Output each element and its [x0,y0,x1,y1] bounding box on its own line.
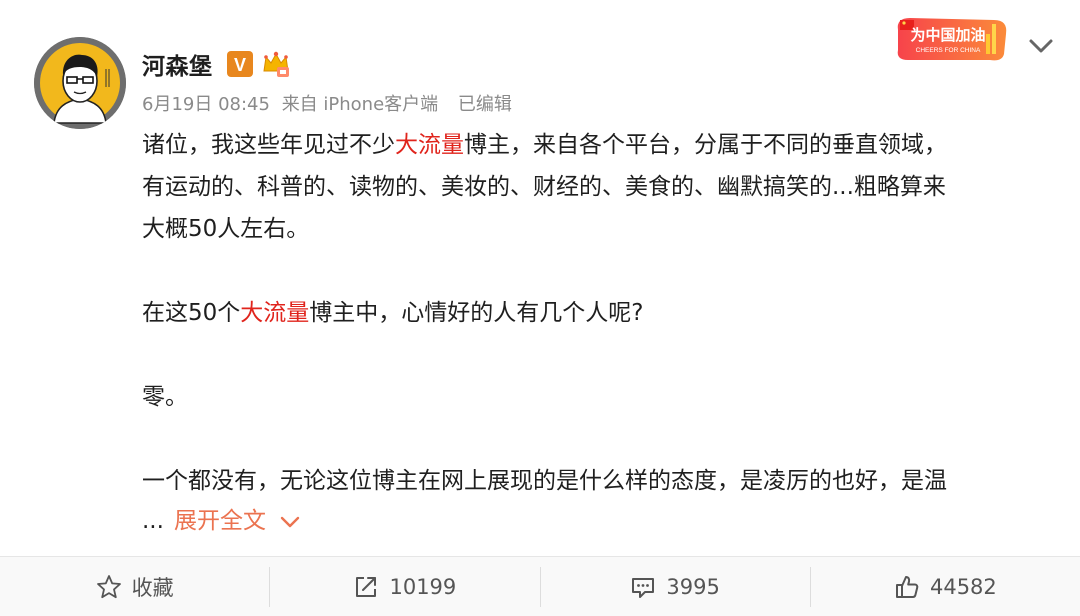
comment-button[interactable]: 3995 [541,557,810,616]
content-line: 在这50个大流量博主中，心情好的人有几个人呢? [142,300,644,326]
favorite-button[interactable]: 收藏 [0,557,269,616]
verified-badge-icon: V [226,51,253,77]
crown-icon[interactable] [261,49,291,79]
expand-chevron-icon[interactable] [280,515,300,529]
like-count: 44582 [929,574,997,599]
content-line: 诸位，我这些年见过不少大流量博主，来自各个平台，分属于不同的垂直领域， [142,132,947,158]
avatar-icon [34,37,126,129]
expand-full-text-link[interactable]: 展开全文 [174,508,266,534]
avatar[interactable] [34,37,126,129]
post-content: 诸位，我这些年见过不少大流量博主，来自各个平台，分属于不同的垂直领域， 有运动的… [142,124,1042,502]
badge-subtitle: CHEERS FOR CHINA [916,47,981,54]
repost-icon [356,576,377,597]
content-line: 大概50人左右。 [142,216,310,242]
chevron-down-icon[interactable] [1027,32,1055,60]
thumbs-up-icon [895,575,919,598]
repost-button[interactable]: 10199 [270,557,539,616]
expand-row: ... 展开全文 [142,500,300,542]
svg-text:V: V [233,55,245,75]
like-button[interactable]: 44582 [811,557,1080,616]
post-meta: 6月19日 08:45 来自 iPhone客户端 已编辑 [142,90,512,116]
repost-count: 10199 [389,574,457,599]
post-date: 6月19日 08:45 [142,94,270,115]
highlight-link[interactable]: 大流量 [395,132,464,158]
favorite-label: 收藏 [131,575,174,600]
content-line: 一个都没有，无论这位博主在网上展现的是什么样的态度，是凌厉的也好，是温 [142,468,947,494]
post-source: 来自 iPhone客户端 [281,94,439,115]
cheer-china-badge[interactable]: 为中国加油 CHEERS FOR CHINA [890,10,1014,66]
comment-count: 3995 [666,574,720,599]
author-name[interactable]: 河森堡 [142,47,213,81]
author-row: 河森堡 V [142,44,291,84]
ellipsis: ... [142,508,164,534]
highlight-link[interactable]: 大流量 [240,300,309,326]
content-line: 有运动的、科普的、读物的、美妆的、财经的、美食的、幽默搞笑的...粗略算来 [142,174,946,200]
content-line: 零。 [142,384,188,410]
edited-label[interactable]: 已编辑 [458,94,512,115]
star-icon [96,574,121,598]
action-bar: 收藏 10199 3995 44582 [0,557,1080,616]
comment-icon [632,577,655,598]
badge-title: 为中国加油 [910,26,985,44]
